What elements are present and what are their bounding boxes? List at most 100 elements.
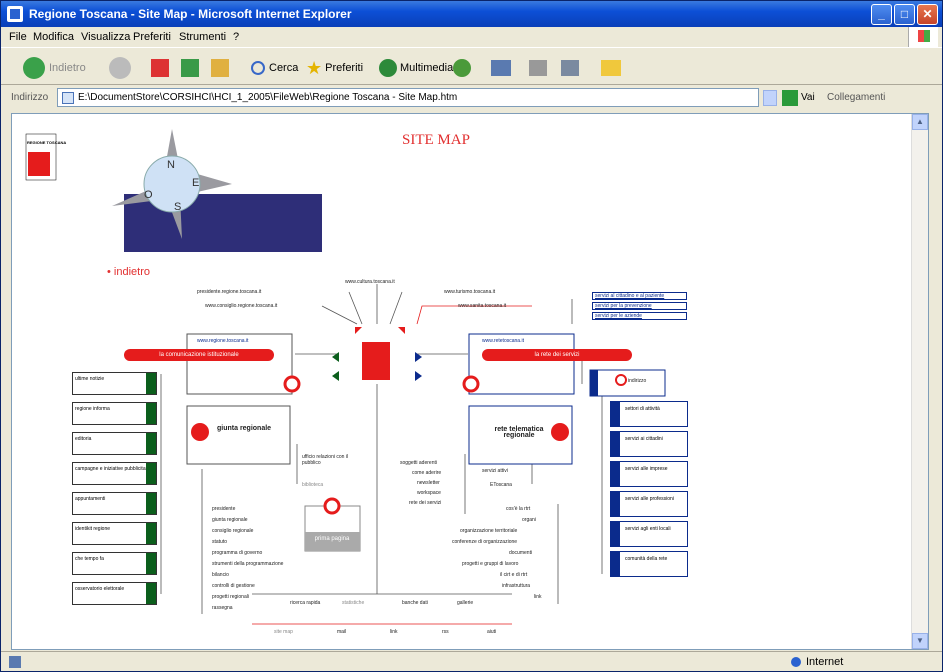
- giunta-title[interactable]: giunta regionale: [217, 425, 277, 432]
- right-item-4[interactable]: servizi alle professioni: [610, 491, 688, 517]
- left-item-7[interactable]: che tempo fa: [72, 552, 157, 575]
- mail-button[interactable]: [491, 56, 511, 80]
- menu-file[interactable]: File: [9, 31, 27, 43]
- left-item-2[interactable]: regione informa: [72, 402, 157, 425]
- rete-left-2[interactable]: come aderire: [412, 470, 441, 476]
- right-item-5[interactable]: servizi agli enti locali: [610, 521, 688, 547]
- bottom-link-2[interactable]: statistiche: [342, 600, 364, 606]
- menu-strumenti[interactable]: Strumenti: [179, 31, 226, 43]
- right-item-1[interactable]: settori di attività: [610, 401, 688, 427]
- giunta-item-10[interactable]: rassegna: [212, 605, 233, 611]
- history-button[interactable]: [453, 56, 471, 80]
- giunta-item-8[interactable]: controlli di gestione: [212, 583, 255, 589]
- giunta-item-3[interactable]: consiglio regionale: [212, 528, 253, 534]
- minimize-button[interactable]: _: [871, 4, 892, 25]
- left-box-url[interactable]: www.regione.toscana.it: [197, 338, 248, 344]
- forward-button[interactable]: [109, 56, 131, 80]
- footer-link-5[interactable]: aiuti: [487, 629, 496, 635]
- rete-item-7[interactable]: il cirt e di rtrt: [500, 572, 527, 578]
- menu-help[interactable]: ?: [233, 31, 239, 43]
- go-button[interactable]: Vai: [801, 92, 815, 103]
- right-item-2[interactable]: servizi ai cittadini: [610, 431, 688, 457]
- right-item-3[interactable]: servizi alle imprese: [610, 461, 688, 487]
- rete-item-8[interactable]: infrastruttura: [502, 583, 530, 589]
- refresh-button[interactable]: [181, 56, 199, 80]
- rete-mid-1[interactable]: servizi attivi: [482, 468, 508, 474]
- maximize-button[interactable]: □: [894, 4, 915, 25]
- giunta-side-1[interactable]: ufficio relazioni con il pubblico: [302, 454, 357, 466]
- sanita-link-3[interactable]: servizi per le aziende: [592, 312, 687, 320]
- vertical-scrollbar[interactable]: ▲ ▼: [911, 114, 928, 649]
- center-logo[interactable]: [362, 342, 390, 380]
- stop-icon: [151, 59, 169, 77]
- prima-pagina-label[interactable]: prima pagina: [312, 536, 352, 542]
- menu-visualizza[interactable]: Visualizza: [81, 31, 130, 43]
- folder-button[interactable]: [601, 56, 621, 80]
- bottom-link-1[interactable]: ricerca rapida: [290, 600, 320, 606]
- left-item-3[interactable]: editoria: [72, 432, 157, 455]
- sanita-link-2[interactable]: servizi per la prevenzione: [592, 302, 687, 310]
- bottom-link-3[interactable]: banche dati: [402, 600, 428, 606]
- left-item-4[interactable]: campagne e iniziative pubblicitarie: [72, 462, 157, 485]
- link-presidente[interactable]: presidente.regione.toscana.it: [197, 289, 261, 295]
- giunta-item-5[interactable]: programma di governo: [212, 550, 262, 556]
- search-button[interactable]: Cerca: [251, 56, 298, 80]
- link-consiglio[interactable]: www.consiglio.regione.toscana.it: [205, 303, 277, 309]
- giunta-item-7[interactable]: bilancio: [212, 572, 229, 578]
- rete-left-3[interactable]: newsletter: [417, 480, 440, 486]
- rete-item-6[interactable]: progetti e gruppi di lavoro: [462, 561, 518, 567]
- rete-left-5[interactable]: rete dei servizi: [409, 500, 441, 506]
- right-item-6[interactable]: comunità della rete: [610, 551, 688, 577]
- giunta-item-2[interactable]: giunta regionale: [212, 517, 248, 523]
- back-link[interactable]: • indietro: [107, 266, 150, 278]
- edit-button[interactable]: [561, 56, 579, 80]
- rete-item-2[interactable]: organi: [522, 517, 536, 523]
- footer-link-4[interactable]: rss: [442, 629, 449, 635]
- rete-item-9[interactable]: link: [534, 594, 542, 600]
- servizi-pill[interactable]: la rete dei servizi: [482, 349, 632, 361]
- link-sanita[interactable]: www.sanita.toscana.it: [458, 303, 506, 309]
- links-label[interactable]: Collegamenti: [827, 92, 885, 103]
- left-item-5[interactable]: appuntamenti: [72, 492, 157, 515]
- print-button[interactable]: [529, 56, 547, 80]
- favorites-button[interactable]: ★ Preferiti: [306, 56, 363, 80]
- giunta-item-1[interactable]: presidente: [212, 506, 235, 512]
- right-box-url[interactable]: www.retetoscana.it: [482, 338, 524, 344]
- giunta-item-6[interactable]: strumenti della programmazione: [212, 561, 283, 567]
- footer-link-3[interactable]: link: [390, 629, 398, 635]
- sanita-link-1[interactable]: servizi al cittadino e al paziente: [592, 292, 687, 300]
- close-button[interactable]: ✕: [917, 4, 938, 25]
- go-icon[interactable]: [782, 90, 798, 106]
- rete-left-1[interactable]: soggetti aderenti: [400, 460, 437, 466]
- back-button[interactable]: Indietro: [23, 56, 86, 80]
- scroll-down-button[interactable]: ▼: [912, 633, 928, 649]
- rete-item-3[interactable]: organizzazione territoriale: [460, 528, 517, 534]
- stop-button[interactable]: [151, 56, 169, 80]
- address-input[interactable]: E:\DocumentStore\CORSIHCI\HCI_1_2005\Fil…: [57, 88, 759, 107]
- footer-link-2[interactable]: mail: [337, 629, 346, 635]
- footer-link-1[interactable]: site map: [274, 629, 293, 635]
- rete-item-4[interactable]: conferenze di organizzazione: [452, 539, 517, 545]
- rete-mid-2[interactable]: EToscana: [490, 482, 512, 488]
- multimedia-button[interactable]: Multimedia: [379, 56, 453, 80]
- left-item-8[interactable]: osservatorio elettorale: [72, 582, 157, 605]
- multimedia-label: Multimedia: [400, 62, 454, 74]
- giunta-item-4[interactable]: statuto: [212, 539, 227, 545]
- address-dropdown-button[interactable]: [763, 90, 777, 106]
- rete-title[interactable]: rete telematica regionale: [484, 426, 554, 439]
- rete-item-5[interactable]: documenti: [509, 550, 532, 556]
- link-turismo[interactable]: www.turismo.toscana.it: [444, 289, 495, 295]
- rete-item-1[interactable]: cos'è la rtrt: [506, 506, 530, 512]
- left-item-6[interactable]: identikit regione: [72, 522, 157, 545]
- menu-preferiti[interactable]: Preferiti: [133, 31, 171, 43]
- rete-left-4[interactable]: workspace: [417, 490, 441, 496]
- giunta-side-2[interactable]: biblioteca: [302, 482, 323, 488]
- home-button[interactable]: [211, 56, 229, 80]
- scroll-up-button[interactable]: ▲: [912, 114, 928, 130]
- comunicazione-pill[interactable]: la comunicazione istituzionale: [124, 349, 274, 361]
- link-cultura[interactable]: www.cultura.toscana.it: [345, 279, 395, 285]
- left-item-1[interactable]: ultime notizie: [72, 372, 157, 395]
- giunta-item-9[interactable]: progetti regionali: [212, 594, 249, 600]
- bottom-link-4[interactable]: gallerie: [457, 600, 473, 606]
- menu-modifica[interactable]: Modifica: [33, 31, 74, 43]
